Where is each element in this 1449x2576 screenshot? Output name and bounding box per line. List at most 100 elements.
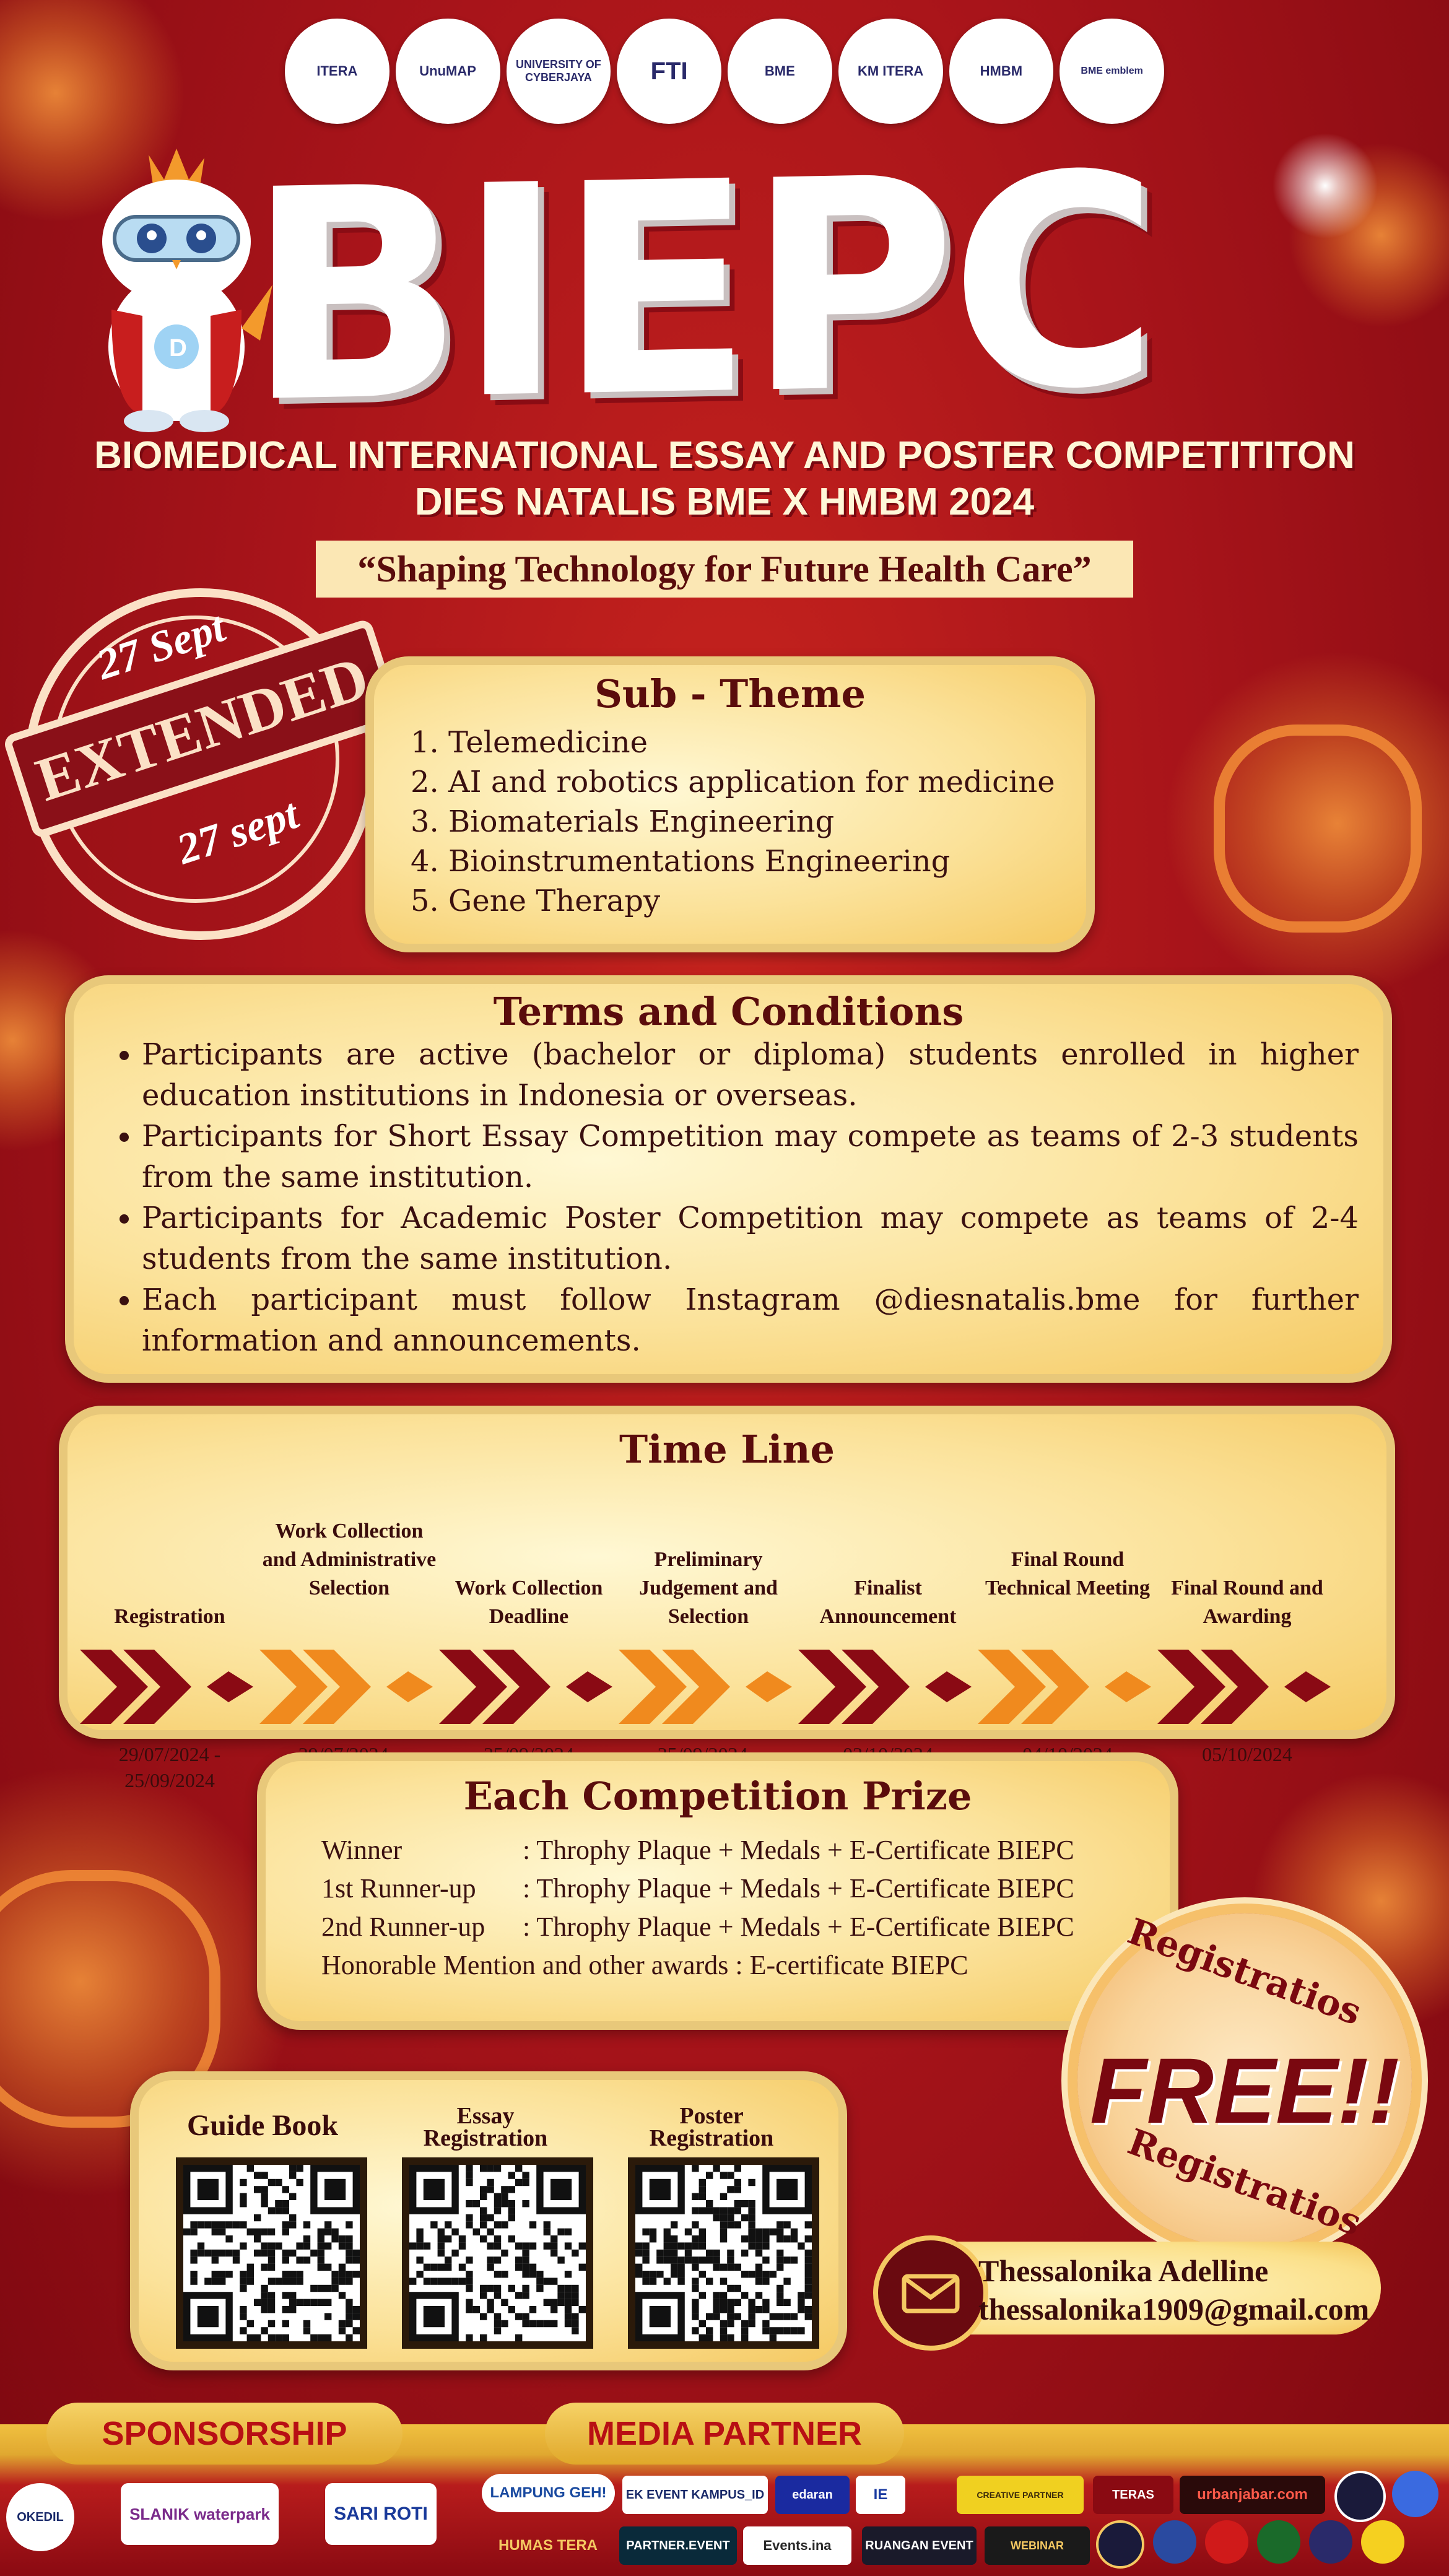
media-event-kampus: EK EVENT KAMPUS_ID — [622, 2476, 768, 2514]
timeline-step: Final Round and Awarding 05/10/2024 — [1157, 1482, 1337, 1765]
media-round-logo — [1334, 2471, 1386, 2522]
subtheme-item: AI and robotics application for medicine — [448, 762, 1086, 802]
terms-list: Participants are active (bachelor or dip… — [111, 1034, 1359, 1361]
timeline-steps: Registration 29/07/2024 - 25/09/2024 Work … — [67, 1482, 1368, 1791]
logo-bme-emblem: BME emblem — [1060, 19, 1164, 124]
timeline-chevron-icon — [1157, 1650, 1331, 1724]
contact-card[interactable]: Thessalonika Adelline thessalonika1909@g… — [873, 2235, 1381, 2351]
terms-item: Participants for Academic Poster Competi… — [142, 1198, 1359, 1279]
timeline-chevron-icon — [439, 1650, 612, 1724]
timeline-chevron-icon — [619, 1650, 792, 1724]
qr-code-guide-book[interactable] — [176, 2157, 367, 2349]
light-flare — [1263, 124, 1387, 248]
contact-name: Thessalonika Adelline — [978, 2253, 1269, 2288]
media-events-ina: Events.ina — [743, 2526, 851, 2565]
media-urbanjabar: urbanjabar.com — [1180, 2476, 1325, 2514]
prize-reward: : Throphy Plaque + Medals + E-Certificat… — [523, 1873, 1074, 1904]
prize-rank: 2nd Runner-up — [321, 1912, 485, 1942]
media-round-logo — [1096, 2520, 1144, 2569]
prize-reward: : Throphy Plaque + Medals + E-Certificat… — [523, 1835, 1074, 1865]
timeline-step: Work Collection and Administrative Selec… — [259, 1482, 439, 1791]
prize-rank: 1st Runner-up — [321, 1873, 476, 1904]
poster: ITERA UnuMAP UNIVERSITY OF CYBERJAYA FTI… — [0, 0, 1449, 2576]
envelope-icon-svg — [902, 2274, 960, 2313]
subtheme-item: Gene Therapy — [448, 881, 1086, 921]
timeline-step-label: Work Collection and Administrative Selec… — [262, 1520, 437, 1599]
media-round-logo — [1257, 2520, 1300, 2564]
qr-code-poster-registration[interactable] — [628, 2157, 819, 2349]
media-round-logo — [1205, 2520, 1248, 2564]
media-partner-event: PARTNER.EVENT — [619, 2526, 737, 2565]
media-round-logo — [1153, 2520, 1196, 2564]
envelope-icon — [873, 2235, 988, 2351]
logo-cyberjaya: UNIVERSITY OF CYBERJAYA — [506, 19, 611, 124]
logo-km-itera: KM ITERA — [838, 19, 943, 124]
terms-item: Each participant must follow Instagram @… — [142, 1279, 1359, 1361]
prize-row: 2nd Runner-up: Throphy Plaque + Medals +… — [321, 1908, 1170, 1946]
timeline-step: Final Round Technical Meeting04/10/2024 — [978, 1482, 1157, 1765]
qr-essay-title: Essay Registration — [386, 2103, 585, 2151]
qr-panel: Guide Book Essay Registration Poster Reg… — [130, 2071, 847, 2370]
logo-unumap: UnuMAP — [395, 19, 500, 124]
timeline-chevron-icon — [978, 1650, 1151, 1724]
qr-poster-title: Poster Registration — [612, 2103, 811, 2151]
sponsorship-heading: SPONSORSHIP — [46, 2403, 402, 2465]
subtheme-panel: Sub - Theme Telemedicine AI and robotics… — [365, 656, 1095, 952]
free-registration-badge: Registratios FREE!! Registratios — [1077, 1910, 1412, 2248]
subtheme-item: Telemedicine — [448, 723, 1086, 762]
terms-item: Participants for Short Essay Competition… — [142, 1116, 1359, 1198]
subtitle-line1: BIOMEDICAL INTERNATIONAL ESSAY AND POSTE… — [94, 434, 1355, 477]
media-round-logo — [1361, 2520, 1404, 2564]
qr-code-essay-registration[interactable] — [402, 2157, 593, 2349]
media-round-logos — [1096, 2520, 1443, 2570]
qr-poster-line2: Registration — [649, 2125, 774, 2151]
prize-rank: Winner — [321, 1835, 402, 1865]
tagline: “Shaping Technology for Future Health Ca… — [316, 541, 1133, 598]
media-webinar-center: WEBINAR CENTER.ID — [985, 2526, 1090, 2565]
terms-panel: Terms and Conditions Participants are ac… — [65, 975, 1392, 1383]
media-partner-heading: MEDIA PARTNER — [545, 2403, 904, 2465]
prize-rows: Winner : Throphy Plaque + Medals + E-Cert… — [321, 1831, 1170, 1985]
timeline-chevron-icon — [798, 1650, 972, 1724]
qr-essay-line2: Registration — [423, 2125, 548, 2151]
timeline-step-label: Finalist Announcement — [819, 1577, 957, 1628]
prize-honorable: Honorable Mention and other awards : E-c… — [321, 1950, 968, 1980]
sponsor-slanik: SLANIK waterpark — [121, 2483, 279, 2545]
media-top-round-logos — [1334, 2471, 1446, 2522]
media-creative-partner: CREATIVE PARTNER @eventmahasiswa — [957, 2476, 1084, 2514]
prize-row: Winner : Throphy Plaque + Medals + E-Cert… — [321, 1831, 1170, 1869]
logo-fti: FTI — [617, 19, 721, 124]
media-lampung-geh: LAMPUNG GEH! — [482, 2474, 615, 2512]
terms-item: Participants are active (bachelor or dip… — [142, 1034, 1359, 1116]
qr-poster-line1: Poster — [679, 2103, 744, 2129]
timeline-heading: Time Line — [619, 1427, 835, 1472]
timeline-step-label: Registration — [114, 1605, 225, 1628]
timeline-panel: Time Line Registration 29/07/2024 - 25/09… — [59, 1406, 1395, 1791]
terms-heading: Terms and Conditions — [493, 989, 964, 1034]
timeline-step: Registration 29/07/2024 - 25/09/2024 — [80, 1482, 259, 1791]
timeline-step-label: Final Round and Awarding — [1171, 1577, 1323, 1628]
timeline-step-date: 29/07/2024 - 25/09/2024 — [118, 1743, 221, 1791]
timeline-step: Finalist Announcement03/10/2024 — [798, 1482, 978, 1765]
media-humas-tera: HUMAS TERA — [498, 2537, 598, 2554]
subtheme-item: Bioinstrumentations Engineering — [448, 842, 1086, 881]
timeline-chevron-icon — [80, 1650, 253, 1724]
timeline-step: Work Collection Deadline25/09/2024 — [439, 1482, 619, 1765]
qr-guide-title: Guide Book — [186, 2109, 339, 2142]
media-ruangan-event: RUANGAN EVENT — [862, 2526, 977, 2565]
timeline-step-label: Work Collection Deadline — [455, 1577, 603, 1628]
timeline-step-label: Preliminary Judgement and Selection — [639, 1548, 778, 1628]
media-edaran-event: edaran EVENT — [775, 2476, 850, 2514]
svg-text:D: D — [169, 334, 187, 362]
prize-panel: Each Competition Prize Winner: Throphy P… — [257, 1752, 1178, 2030]
main-title: BIEPC — [246, 112, 1154, 468]
logo-bme: BME — [728, 19, 832, 124]
qr-essay-line1: Essay — [456, 2103, 515, 2129]
subtitle-line2: DIES NATALIS BME X HMBM 2024 — [414, 481, 1035, 523]
logo-itera: ITERA — [285, 19, 389, 124]
contact-email[interactable]: thessalonika1909@gmail.com — [978, 2291, 1369, 2327]
ornament-petal-right — [1214, 724, 1422, 933]
media-round-logo — [1309, 2520, 1352, 2564]
timeline-step: Preliminary Judgement and Selection25/09… — [619, 1482, 798, 1791]
partner-logos: ITERA UnuMAP UNIVERSITY OF CYBERJAYA FTI… — [285, 19, 1164, 130]
